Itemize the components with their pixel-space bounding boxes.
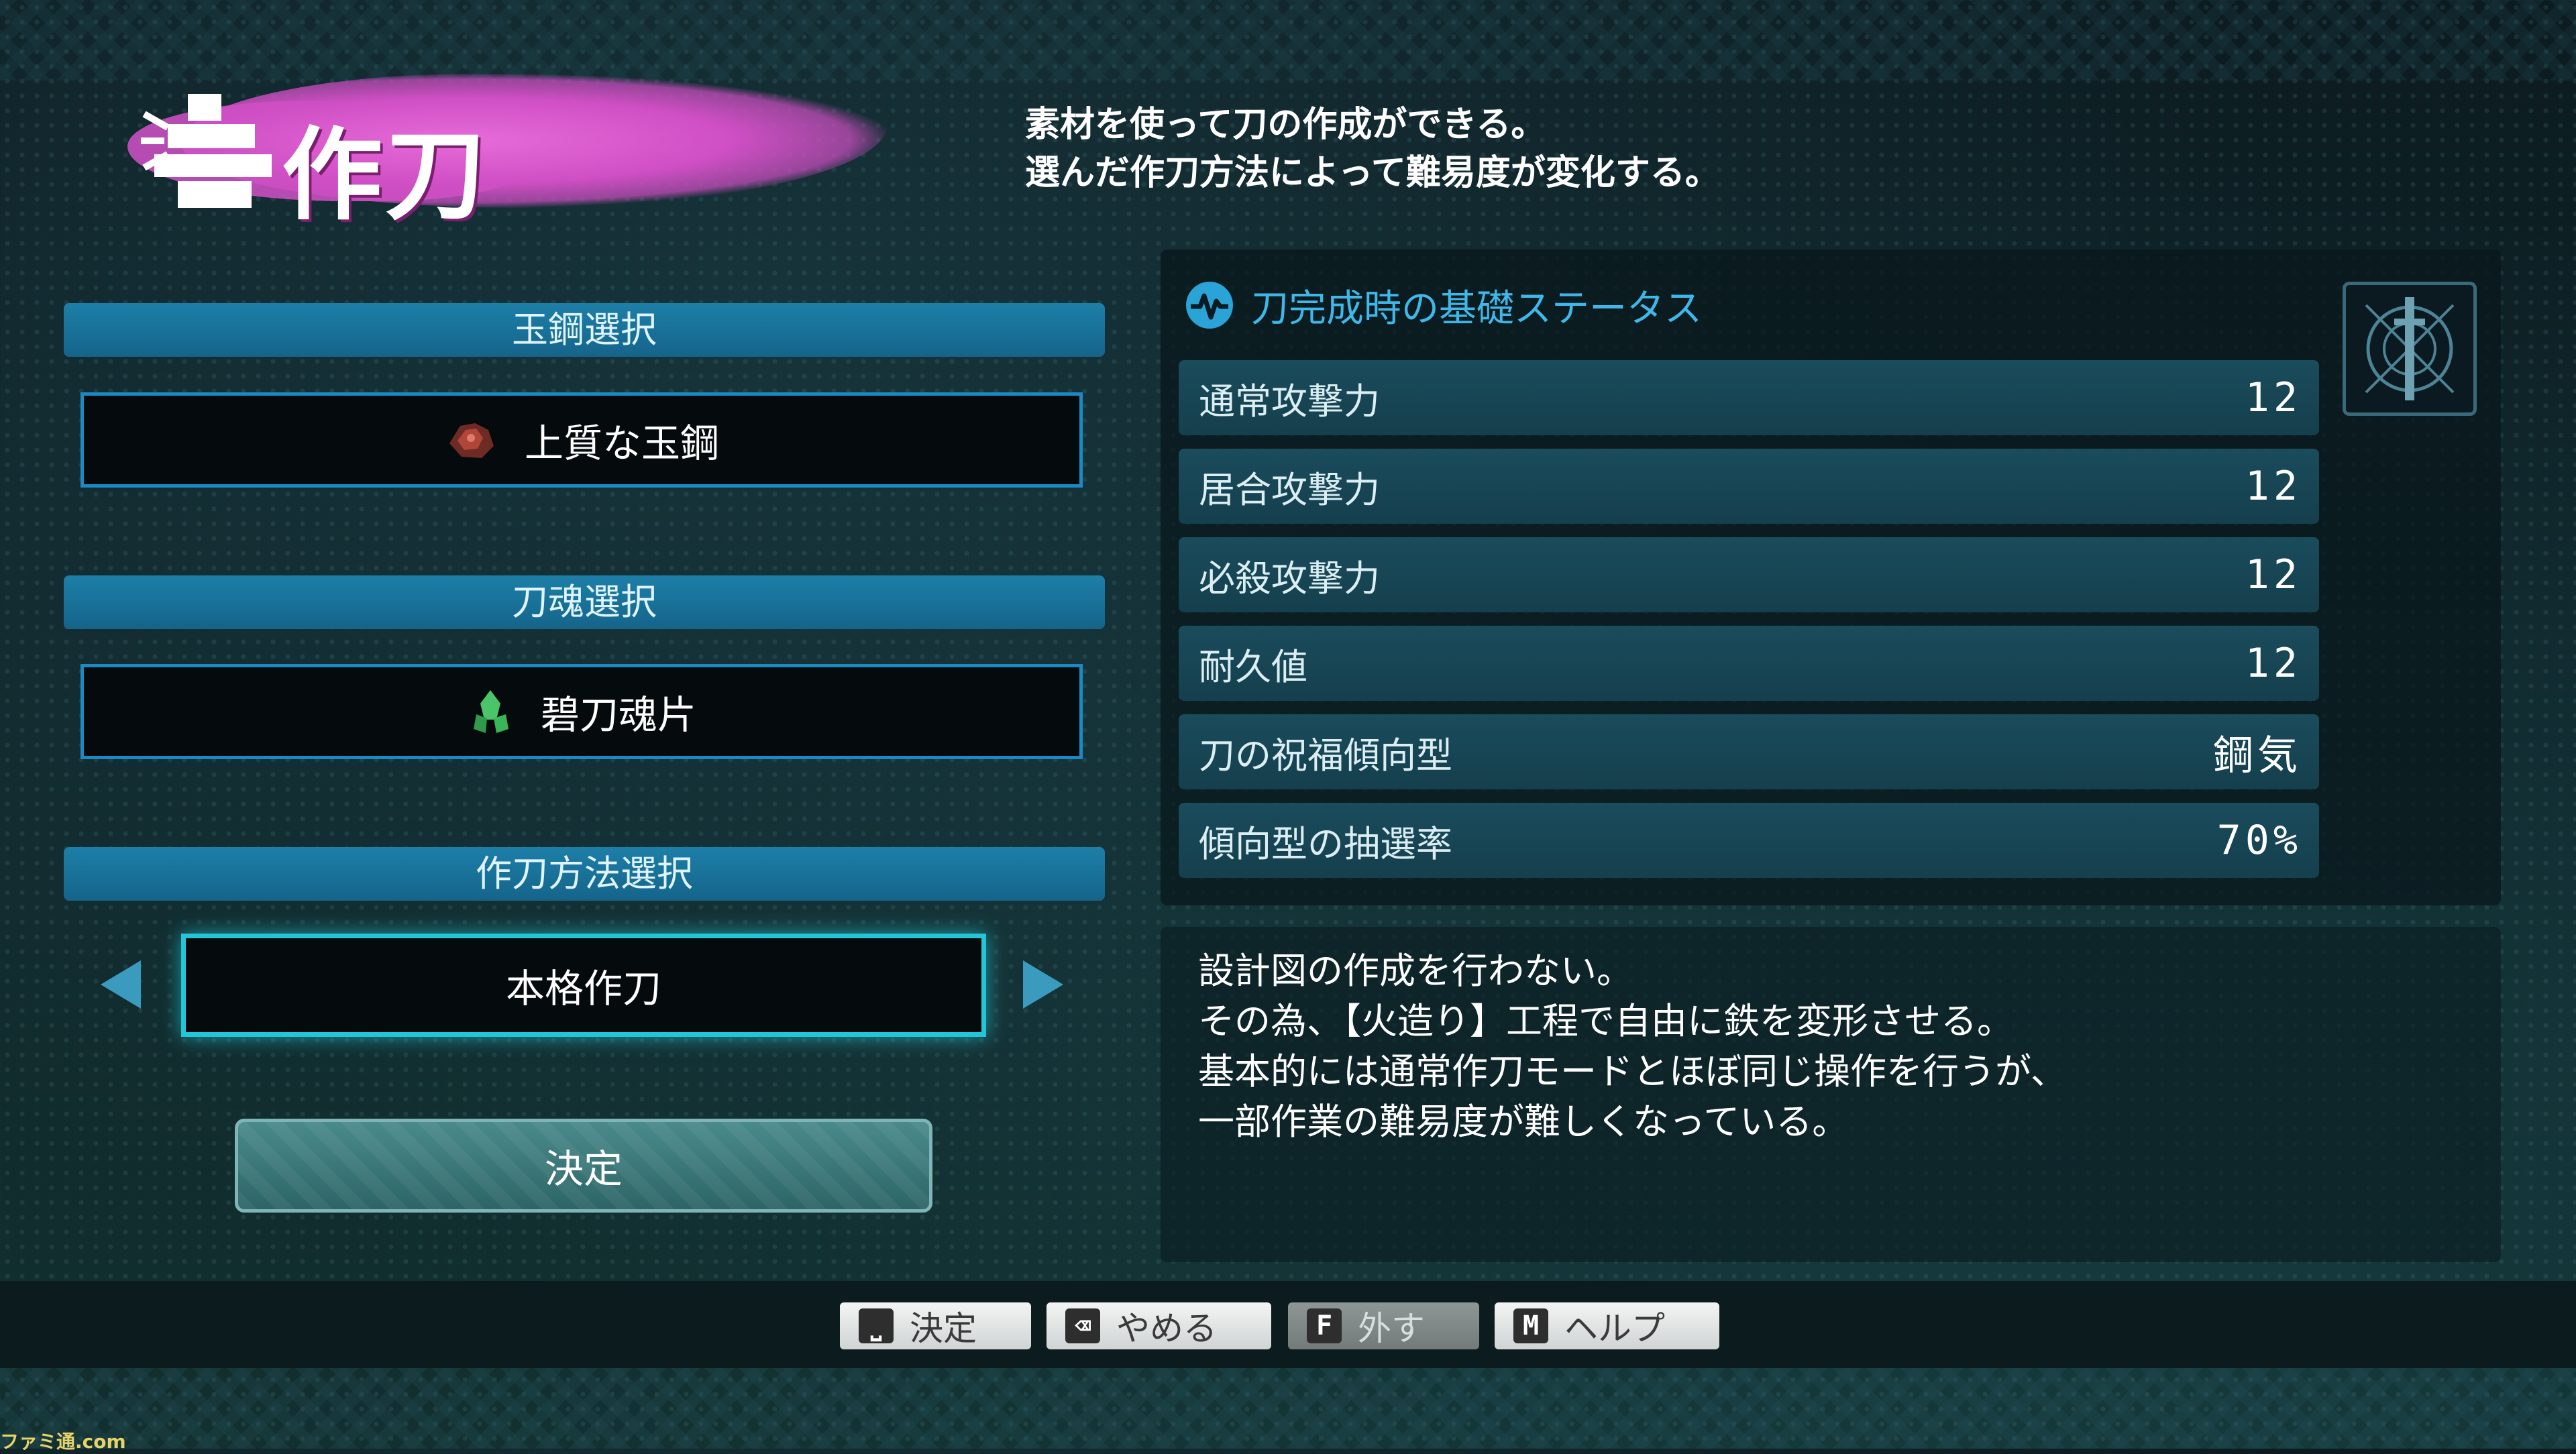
base-status-title: 刀完成時の基礎ステータス <box>1251 286 1702 331</box>
page-title: 作刀 <box>282 117 489 234</box>
intro-line-1: 素材を使って刀の作成ができる。 <box>1025 105 1546 145</box>
soul-selection-header: 刀魂選択 <box>64 575 1105 629</box>
pulse-icon <box>1186 282 1233 329</box>
method-description: 設計図の作成を行わない。 その為、【火造り】工程で自由に鉄を変形させる。 基本的… <box>1198 946 2473 1147</box>
stat-row-normal-attack: 通常攻撃力 12 <box>1179 360 2319 435</box>
stat-label: 刀の祝福傾向型 <box>1199 734 1452 777</box>
next-method-arrow-icon[interactable] <box>1023 960 1063 1009</box>
key-hint-decide-button[interactable]: ⎵ 決定 <box>840 1302 1031 1349</box>
stat-value: 70% <box>2216 817 2302 864</box>
stat-label: 必殺攻撃力 <box>1199 557 1380 600</box>
method-selection-value: 本格作刀 <box>505 966 661 1011</box>
title-brush-stroke <box>171 74 896 208</box>
backspace-key-icon: ⌫ <box>1065 1308 1100 1343</box>
stat-value: 鋼気 <box>2213 732 2302 779</box>
stat-label: 居合攻撃力 <box>1199 468 1380 511</box>
intro-text: 素材を使って刀の作成ができる。 選んだ作刀方法によって難易度が変化する。 <box>1025 101 1830 197</box>
m-key-icon: M <box>1513 1308 1548 1343</box>
stat-value: 12 <box>2245 640 2302 687</box>
description-line: その為、【火造り】工程で自由に鉄を変形させる。 <box>1198 1000 2013 1042</box>
decide-button[interactable]: 決定 <box>235 1119 932 1213</box>
intro-line-2: 選んだ作刀方法によって難易度が変化する。 <box>1025 153 1720 193</box>
key-hint-label: やめる <box>1116 1309 1217 1348</box>
steel-selection-header: 玉鋼選択 <box>64 303 1105 357</box>
base-status-header: 刀完成時の基礎ステータス <box>1184 275 1702 335</box>
key-hint-label: 決定 <box>910 1309 977 1348</box>
description-line: 基本的には通常作刀モードとほぼ同じ操作を行うが、 <box>1198 1050 2067 1093</box>
stat-label: 傾向型の抽選率 <box>1199 822 1452 865</box>
method-selection-header: 作刀方法選択 <box>64 847 1105 901</box>
key-hint-help-button[interactable]: M ヘルプ <box>1495 1302 1719 1349</box>
stat-row-durability: 耐久値 12 <box>1179 626 2319 701</box>
key-hint-remove-button[interactable]: F 外す <box>1288 1302 1479 1349</box>
key-hint-cancel-button[interactable]: ⌫ やめる <box>1046 1302 1271 1349</box>
method-selection-box[interactable]: 本格作刀 <box>181 934 986 1037</box>
description-line: 設計図の作成を行わない。 <box>1198 950 1633 992</box>
steel-selection-box[interactable]: 上質な玉鋼 <box>80 392 1083 488</box>
stat-label: 通常攻撃力 <box>1199 380 1380 423</box>
sword-emblem-icon <box>2343 282 2477 416</box>
stat-row-type-rate: 傾向型の抽選率 70% <box>1179 803 2319 878</box>
green-crystal-icon <box>473 690 508 733</box>
steel-ore-icon <box>449 423 494 458</box>
f-key-icon: F <box>1307 1308 1342 1343</box>
screen-title-banner: 作刀 <box>101 60 896 234</box>
stat-row-blessing-type: 刀の祝福傾向型 鋼気 <box>1179 714 2319 789</box>
key-hint-label: ヘルプ <box>1564 1309 1665 1348</box>
stat-row-iai-attack: 居合攻撃力 12 <box>1179 449 2319 524</box>
stat-value: 12 <box>2245 463 2302 510</box>
anvil-hammer-icon <box>141 94 272 208</box>
previous-method-arrow-icon[interactable] <box>101 960 141 1009</box>
soul-selection-value: 碧刀魂片 <box>540 692 696 738</box>
bottom-pattern-border <box>0 1368 2576 1449</box>
stat-value: 12 <box>2245 374 2302 421</box>
decide-button-label: 決定 <box>544 1146 623 1192</box>
stat-label: 耐久値 <box>1199 645 1307 688</box>
key-hint-label: 外す <box>1358 1309 1425 1348</box>
steel-selection-value: 上質な玉鋼 <box>524 421 719 466</box>
soul-selection-box[interactable]: 碧刀魂片 <box>80 664 1083 759</box>
space-key-icon: ⎵ <box>859 1308 894 1343</box>
stat-row-special-attack: 必殺攻撃力 12 <box>1179 537 2319 612</box>
site-watermark: ファミ通.com <box>0 1431 126 1453</box>
stat-value: 12 <box>2245 551 2302 598</box>
description-line: 一部作業の難易度が難しくなっている。 <box>1198 1101 1849 1143</box>
